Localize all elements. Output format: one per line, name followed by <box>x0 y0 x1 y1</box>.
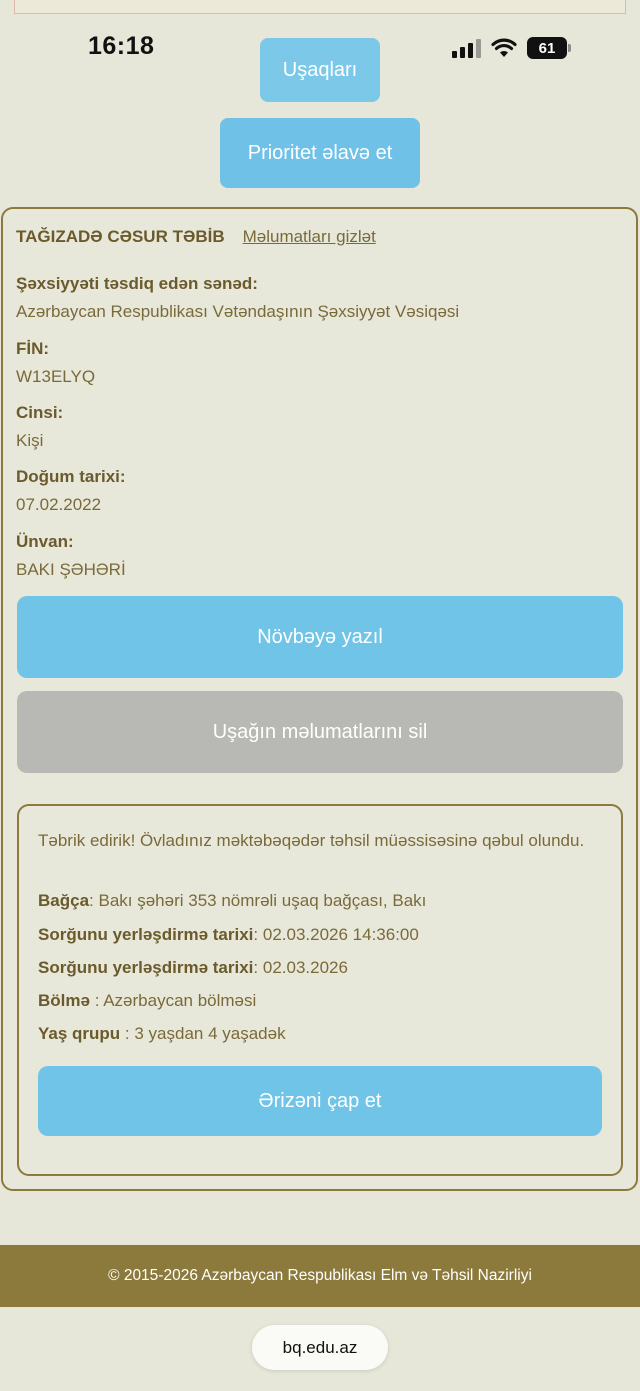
row-label: Bölmə <box>38 991 90 1010</box>
document-label: Şəxsiyyəti təsdiq edən sənəd: <box>16 274 258 293</box>
status-icons: 61 <box>452 36 571 60</box>
delete-child-button[interactable]: Uşağın məlumatlarını sil <box>17 691 623 773</box>
gender-label: Cinsi: <box>16 403 64 422</box>
row-value: Bakı şəhəri 353 nömrəli uşaq bağçası, Ba… <box>98 891 427 910</box>
signal-icon <box>452 38 481 58</box>
birthdate-value: 07.02.2022 <box>16 495 102 514</box>
row-label: Sorğunu yerləşdirmə tarixi <box>38 958 254 977</box>
row-separator: : <box>253 958 263 977</box>
row-value: 3 yaşdan 4 yaşadək <box>134 1024 286 1043</box>
print-application-button[interactable]: Ərizəni çap et <box>38 1066 602 1136</box>
page: 16:18 61 Uşaqları Prioritet əlavə et TAĞ… <box>0 0 640 1391</box>
gender-value: Kişi <box>16 431 44 450</box>
document-value: Azərbaycan Respublikası Vətəndaşının Şəx… <box>16 302 460 321</box>
footer-copyright: © 2015-2026 Azərbaycan Respublikası Elm … <box>108 1267 532 1284</box>
row-separator: : <box>120 1024 135 1043</box>
row-value: Azərbaycan bölməsi <box>103 991 257 1010</box>
footer: © 2015-2026 Azərbaycan Respublikası Elm … <box>0 1245 640 1307</box>
address-label: Ünvan: <box>16 532 74 551</box>
fin-value: W13ELYQ <box>16 367 96 386</box>
enqueue-button[interactable]: Növbəyə yazıl <box>17 596 623 678</box>
fin-label: FİN: <box>16 339 50 358</box>
address-value: BAKI ŞƏHƏRİ <box>16 560 126 579</box>
add-priority-button[interactable]: Prioritet əlavə et <box>220 118 420 188</box>
congrats-message: Təbrik edirik! Övladınız məktəbəqədər tə… <box>38 831 585 850</box>
row-label: Yaş qrupu <box>38 1024 121 1043</box>
admission-row: Bölmə : Azərbaycan bölməsi <box>38 987 256 1014</box>
previous-card-edge <box>14 0 626 14</box>
browser-url-bar[interactable]: bq.edu.az <box>252 1325 388 1370</box>
children-button[interactable]: Uşaqları <box>260 38 380 102</box>
hide-info-link[interactable]: Məlumatları gizlət <box>243 227 376 247</box>
admission-row: Bağça: Bakı şəhəri 353 nömrəli uşaq bağç… <box>38 887 426 914</box>
row-separator: : <box>253 925 263 944</box>
admission-row: Sorğunu yerləşdirmə tarixi: 02.03.2026 <box>38 954 348 981</box>
battery-icon: 61 <box>527 37 571 59</box>
row-value: 02.03.2026 14:36:00 <box>262 925 419 944</box>
admission-row: Yaş qrupu : 3 yaşdan 4 yaşadək <box>38 1020 286 1047</box>
row-label: Bağça <box>38 891 90 910</box>
admission-row: Sorğunu yerləşdirmə tarixi: 02.03.2026 1… <box>38 921 419 948</box>
wifi-icon <box>491 38 517 57</box>
row-separator: : <box>89 991 104 1010</box>
status-time: 16:18 <box>88 32 155 60</box>
child-header: TAĞIZADƏ CƏSUR TƏBİB Məlumatları gizlət <box>16 227 376 247</box>
row-label: Sorğunu yerləşdirmə tarixi <box>38 925 254 944</box>
birthdate-label: Doğum tarixi: <box>16 467 126 486</box>
row-value: 02.03.2026 <box>262 958 348 977</box>
child-name: TAĞIZADƏ CƏSUR TƏBİB <box>16 227 225 246</box>
